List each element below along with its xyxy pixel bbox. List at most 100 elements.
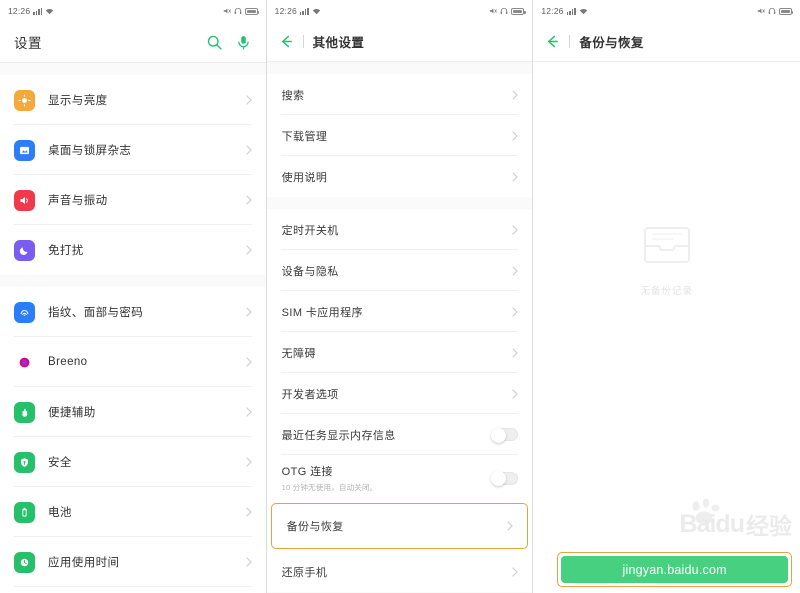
display-brightness-icon [14,89,35,111]
row-sim-toolkit[interactable]: SIM 卡应用程序 [266,291,533,332]
row-label: 显示与亮度 [48,95,108,107]
other-settings-panel: 12:26 其他设置 搜索 下载管理 使用说明 定时开关机 设备与隐私 SIM … [266,0,534,593]
row-text-block: 应用使用时间 [48,554,246,570]
settings-list: 显示与亮度 桌面与锁屏杂志 声音与振动 免打扰 指纹、面部与密码 Breeno … [0,63,266,593]
settings-row-convenience[interactable]: 便捷辅助 [0,387,266,437]
row-label: 免打扰 [48,245,84,257]
status-bar-time: 12:26 [541,6,564,16]
chevron-right-icon [512,89,519,100]
recent-tasks-memory-toggle[interactable] [491,427,519,443]
row-developer-options[interactable]: 开发者选项 [266,373,533,414]
chevron-right-icon [512,566,519,577]
row-label: 设备与隐私 [281,265,339,278]
row-backup-restore[interactable]: 备份与恢复 [270,503,529,549]
row-text-block: 备份与恢复 [287,518,508,534]
settings-row-display[interactable]: 显示与亮度 [0,75,266,125]
row-otg-connection[interactable]: OTG 连接 10 分钟无使用，自动关闭。 [266,455,533,501]
row-text-block: 设备与隐私 [282,263,513,279]
row-download-manager[interactable]: 下载管理 [266,115,533,156]
row-text-block: 无障碍 [282,345,513,361]
security-shield-icon [14,451,35,473]
battery-icon [511,7,526,15]
row-label: 最近任务显示内存信息 [281,429,396,442]
row-text-block: Breeno [48,356,246,368]
settings-row-fingerprint[interactable]: 指纹、面部与密码 [0,287,266,337]
baidu-watermark: Baidu 经验 [602,498,792,547]
row-text-block: 电池 [48,504,246,520]
row-subtitle: 10 分钟无使用，自动关闭。 [281,483,378,492]
fingerprint-icon [14,301,35,323]
row-recent-tasks-memory[interactable]: 最近任务显示内存信息 [266,414,533,455]
page-title: 设置 [14,36,42,51]
search-icon[interactable] [206,34,223,51]
chevron-right-icon [512,388,519,399]
three-panel-screenshot: 12:26 设置 显示与亮度 桌面与锁屏杂志 声音与振动 免打扰 指纹、面部与密… [0,0,800,593]
settings-header: 设置 [0,22,266,62]
otg-connection-toggle[interactable] [491,471,519,486]
row-label: 指纹、面部与密码 [48,307,144,319]
settings-row-wallpaper[interactable]: 桌面与锁屏杂志 [0,125,266,175]
cta-button[interactable]: jingyan.baidu.com [561,556,788,583]
row-label: 电池 [48,507,72,519]
backup-restore-panel: 12:26 备份与恢复 无备份记录 Baidu 经验 jingyan.baidu… [533,0,800,593]
chevron-right-icon [246,307,252,317]
settings-row-sound[interactable]: 声音与振动 [0,175,266,225]
empty-state-text: 无备份记录 [640,285,693,297]
settings-row-dnd[interactable]: 免打扰 [0,225,266,275]
row-text-block: 定时开关机 [282,222,513,238]
other-settings-list: 搜索 下载管理 使用说明 定时开关机 设备与隐私 SIM 卡应用程序 无障碍 开… [266,62,533,593]
wallpaper-icon [14,139,35,161]
row-label: 便捷辅助 [48,407,96,419]
mute-icon [489,7,498,15]
headphone-icon [768,7,776,15]
chevron-right-icon [246,507,252,517]
status-bar-time: 12:26 [8,6,31,16]
chevron-right-icon [512,224,519,235]
microphone-icon[interactable] [235,34,252,51]
mute-icon [757,7,765,15]
wifi-icon [312,8,321,15]
row-instructions[interactable]: 使用说明 [266,156,533,197]
sound-vibration-icon [14,189,35,211]
settings-row-security[interactable]: 安全 [0,437,266,487]
page-title: 备份与恢复 [579,36,644,50]
row-label: SIM 卡应用程序 [281,306,363,319]
battery-icon [244,7,260,15]
group-gap [0,275,266,287]
row-accessibility[interactable]: 无障碍 [266,332,533,373]
row-label: 声音与振动 [48,195,108,207]
row-device-privacy[interactable]: 设备与隐私 [266,250,533,291]
settings-row-app-usage[interactable]: 应用使用时间 [0,537,266,587]
chevron-right-icon [246,357,252,367]
settings-row-language[interactable]: A 语言 简体中文 [0,587,266,593]
chevron-right-icon [246,245,252,255]
row-scheduled-power[interactable]: 定时开关机 [266,209,533,250]
row-label: 定时开关机 [281,224,339,237]
signal-bars-icon [299,7,309,15]
row-text-block: OTG 连接 10 分钟无使用，自动关闭。 [282,463,493,493]
headphone-icon [234,7,242,15]
chevron-right-icon [512,171,519,182]
group-gap [0,63,266,75]
row-search[interactable]: 搜索 [266,74,533,115]
watermark-suffix: 经验 [745,513,792,539]
chevron-right-icon [507,521,514,531]
row-label: 桌面与锁屏杂志 [48,145,132,157]
row-label: 安全 [48,457,72,469]
row-label: 无障碍 [281,347,316,360]
battery-icon [778,7,794,15]
chevron-right-icon [246,195,252,205]
row-label: 使用说明 [281,171,328,184]
row-text-block: 显示与亮度 [48,92,246,108]
settings-row-breeno[interactable]: Breeno [0,337,266,387]
row-reset-phone[interactable]: 还原手机 [266,551,533,592]
row-text-block: 搜索 [282,87,513,103]
row-label: 搜索 [281,89,305,102]
chevron-right-icon [512,347,519,358]
row-label: OTG 连接 [281,466,333,478]
empty-state: 无备份记录 [533,62,800,452]
chevron-right-icon [512,130,519,141]
back-arrow-icon[interactable] [545,34,560,49]
settings-row-battery[interactable]: 电池 [0,487,266,537]
back-arrow-icon[interactable] [279,34,294,49]
